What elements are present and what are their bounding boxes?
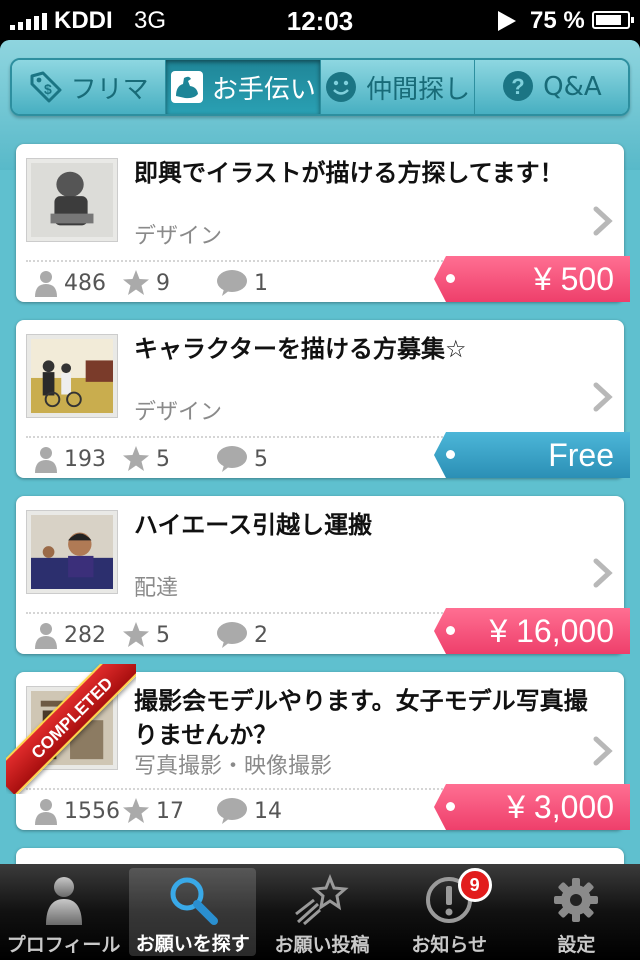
star-icon [123,798,149,823]
svg-text:$: $ [44,81,52,97]
request-title: 即興でイラストが描ける方探してます！ [134,159,564,187]
question-icon: ? [501,70,535,104]
price-tag: ¥ 16,000 [434,608,630,654]
tab-label: お願いを探す [135,933,250,955]
thumbnail [26,334,118,418]
tab-label: プロフィール [6,934,121,956]
thumbnail [26,686,118,770]
star-count: 17 [156,798,184,824]
segment-find-friends[interactable]: 仲間探し [320,60,475,114]
price-tag: ¥ 3,000 [434,784,630,830]
request-title: キャラクターを描ける方募集☆ [134,335,467,363]
segment-label: 仲間探し [366,74,471,105]
request-title: ハイエース引越し運搬 [134,511,373,539]
request-stats: 1556 17 14 [34,794,282,828]
gear-icon [546,872,606,928]
app-content: $ フリマ お手伝い 仲間探し ? Q&A 即興でイラストが描ける方探してます！… [0,40,640,864]
comment-icon [217,270,247,296]
view-count: 193 [64,446,106,472]
segment-label: Q&A [543,72,602,102]
request-card[interactable]: キャラクターを描ける方募集☆ デザイン 193 5 5 Free [16,320,630,478]
view-count: 282 [64,622,106,648]
price-tag: Free [434,432,630,478]
category-segmented-control: $ フリマ お手伝い 仲間探し ? Q&A [10,58,630,116]
request-stats: 193 5 5 [34,442,268,476]
tab-bar: プロフィール お願いを探す お願い投稿 お知らせ 9 設定 [0,864,640,960]
chevron-right-icon [593,736,613,766]
notification-badge: 9 [457,868,492,902]
chevron-right-icon [593,558,613,588]
battery-percent: 75 % [530,7,585,34]
comment-icon [217,798,247,824]
tab-notifications[interactable]: お知らせ 9 [386,864,513,960]
tab-post-request[interactable]: お願い投稿 [258,864,385,960]
view-count: 486 [64,270,106,296]
flexed-arm-icon [170,70,204,104]
request-category: 配達 [134,576,179,601]
tab-search-requests[interactable]: お願いを探す [129,868,257,956]
smiley-icon [324,70,358,104]
person-icon [35,799,57,825]
magnifier-icon [163,872,223,927]
star-icon [123,446,149,471]
comment-icon [217,622,247,648]
shooting-star-icon [292,872,352,928]
chevron-right-icon [593,206,613,236]
tab-label: お願い投稿 [274,934,370,956]
price-tag: ¥ 500 [434,256,630,302]
request-title: 撮影会モデルやります。女子モデル写真撮りませんか？ [134,687,588,749]
thumbnail [26,158,118,242]
person-icon [35,447,57,473]
request-stats: 282 5 2 [34,618,268,652]
comment-count: 14 [254,798,282,824]
person-icon [34,872,94,928]
status-bar: KDDI 3G 12:03 75 % [0,0,640,40]
tab-label: お知らせ [411,934,488,956]
segment-qa[interactable]: ? Q&A [474,60,628,114]
tab-settings[interactable]: 設定 [513,864,640,960]
request-category: 写真撮影・映像撮影 [134,754,333,779]
request-card[interactable]: ハイエース引越し運搬 配達 282 5 2 ¥ 16,000 [16,496,630,654]
tab-label: 設定 [557,934,596,956]
price-tag-icon: $ [29,70,63,104]
request-category: デザイン [134,224,223,249]
tab-profile[interactable]: プロフィール [0,864,127,960]
request-card[interactable]: 撮影会モデルやります。女子モデル写真撮りませんか？ 写真撮影・映像撮影 1556… [6,664,630,830]
request-category: デザイン [134,400,223,425]
star-count: 5 [156,446,170,472]
comment-count: 2 [254,622,268,648]
chevron-right-icon [593,382,613,412]
svg-text:?: ? [511,74,524,99]
request-stats: 486 9 1 [34,266,268,300]
segment-label: フリマ [70,74,149,105]
comment-count: 5 [254,446,268,472]
thumbnail [26,510,118,594]
star-icon [123,270,149,295]
star-count: 9 [156,270,170,296]
star-icon [123,622,149,647]
comment-count: 1 [254,270,268,296]
segment-flea-market[interactable]: $ フリマ [12,60,167,114]
comment-icon [217,446,247,472]
person-icon [35,271,57,297]
request-card[interactable] [16,848,624,864]
segment-help[interactable]: お手伝い [166,60,321,114]
person-icon [35,623,57,649]
star-count: 5 [156,622,170,648]
view-count: 1556 [64,798,120,824]
battery-icon [592,11,634,29]
segment-label: お手伝い [211,74,316,105]
play-icon [498,11,516,31]
request-card[interactable]: 即興でイラストが描ける方探してます！ デザイン 486 9 1 ¥ 500 [16,144,630,302]
